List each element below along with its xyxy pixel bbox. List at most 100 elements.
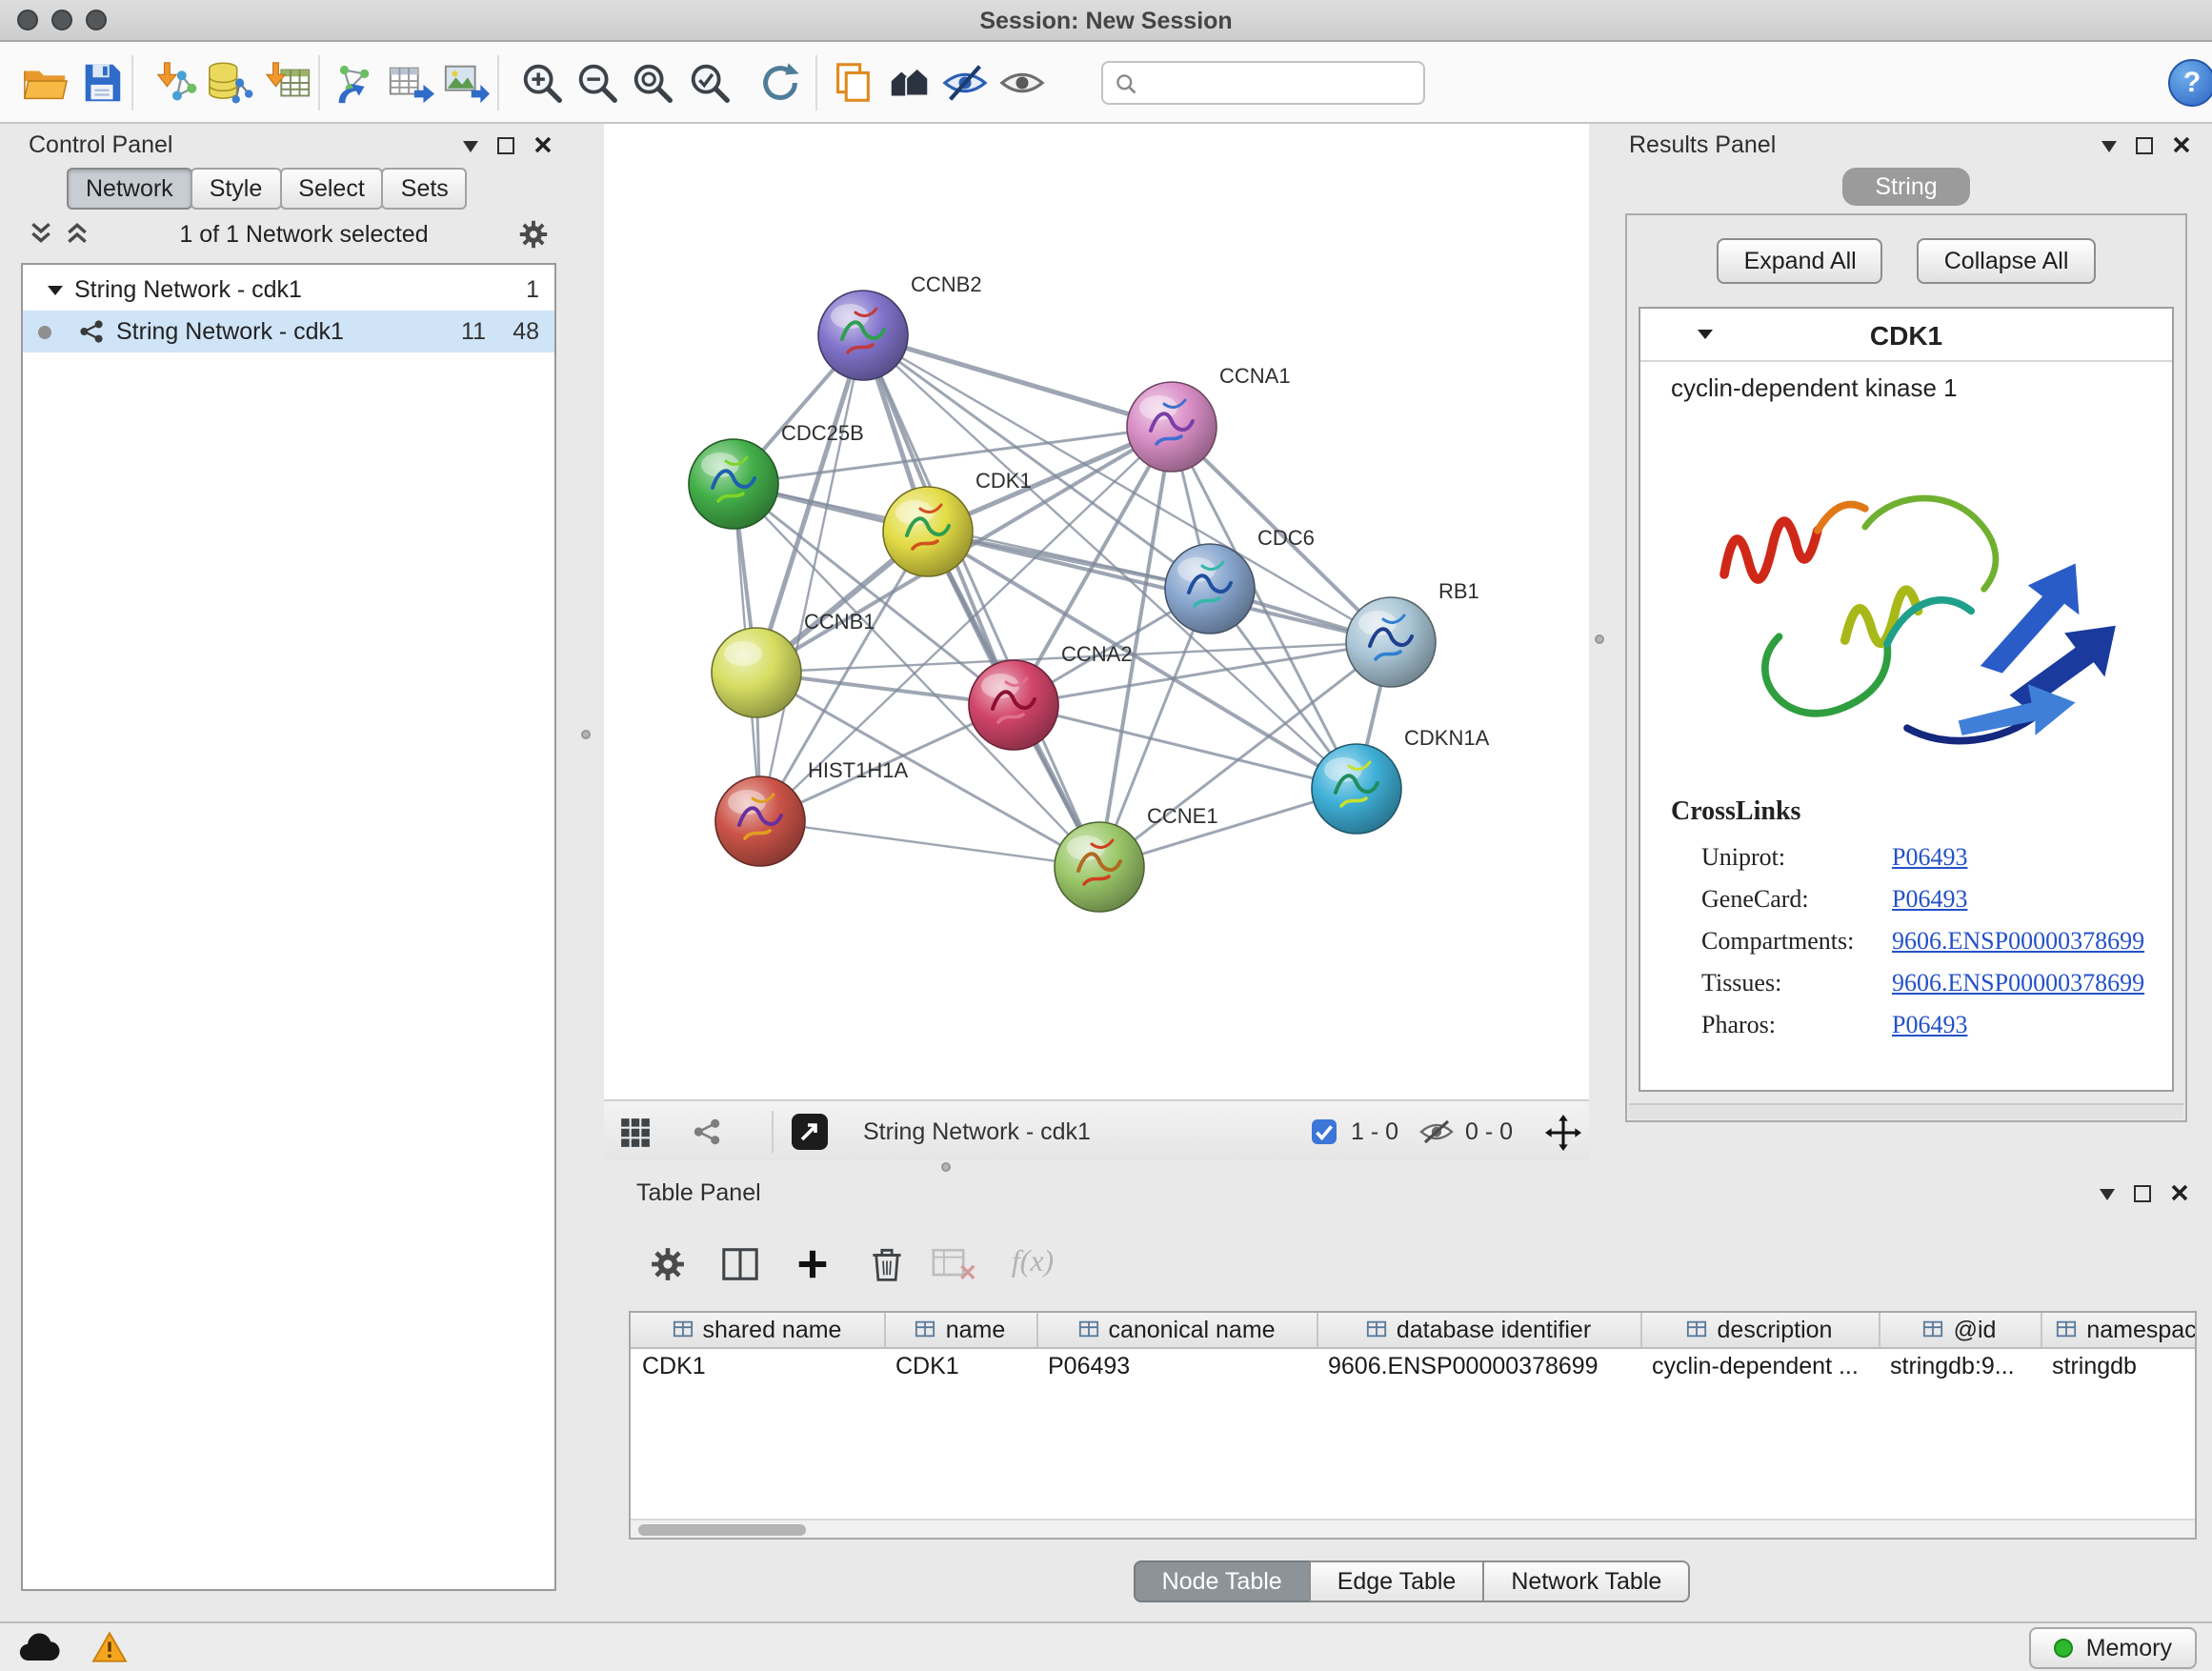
results-horizontal-scrollbar[interactable] — [1629, 1103, 2183, 1118]
edge-CCNB2-CCNE1[interactable] — [863, 335, 1099, 867]
save-session-button[interactable] — [76, 57, 126, 107]
warning-icon[interactable] — [91, 1631, 128, 1663]
expand-all-button[interactable]: Expand All — [1718, 238, 1883, 284]
pan-mode-button[interactable] — [1545, 1101, 1581, 1162]
cloud-icon[interactable] — [15, 1630, 65, 1664]
close-panel-icon[interactable] — [533, 135, 553, 154]
import-network-file-button[interactable] — [151, 57, 200, 107]
import-table-file-button[interactable] — [263, 57, 312, 107]
gear-icon[interactable] — [518, 218, 549, 249]
horizontal-splitter-handle[interactable] — [941, 1162, 951, 1172]
open-folder-icon — [20, 58, 68, 106]
protein-disclosure-icon[interactable] — [1698, 330, 1713, 347]
birdseye-view-button[interactable] — [884, 57, 934, 107]
network-row[interactable]: String Network - cdk1 11 48 — [23, 311, 554, 352]
columns-icon — [719, 1243, 759, 1283]
annotation-mode-button[interactable] — [791, 1101, 829, 1162]
vertical-splitter-handle[interactable] — [581, 730, 591, 739]
network-overview-button[interactable] — [692, 1101, 722, 1162]
string-results-tab[interactable]: String — [1842, 168, 1969, 206]
close-results-icon[interactable] — [2172, 135, 2191, 154]
edge-HIST1H1A-CCNE1[interactable] — [760, 821, 1099, 867]
memory-button[interactable]: Memory — [2029, 1626, 2197, 1668]
column-header-database-identifier[interactable]: database identifier — [1317, 1313, 1640, 1347]
column-header--id[interactable]: @id — [1879, 1313, 2041, 1347]
control-panel-tabs: Network Style Select Sets — [10, 166, 568, 210]
crosslink-pharos-link[interactable]: P06493 — [1892, 1010, 2172, 1040]
delete-column-button[interactable] — [863, 1240, 909, 1286]
collapse-all-button[interactable]: Collapse All — [1918, 238, 2096, 284]
zoom-window-button[interactable] — [86, 10, 107, 30]
tab-edge-table[interactable]: Edge Table — [1309, 1560, 1485, 1602]
show-all-button[interactable] — [996, 57, 1046, 107]
float-panel-icon[interactable] — [497, 136, 514, 153]
export-image-button[interactable] — [440, 57, 490, 107]
hidden-items-icon[interactable] — [1419, 1101, 1454, 1162]
crosslink-compartments-link[interactable]: 9606.ENSP00000378699 — [1892, 926, 2172, 956]
selected-checkbox[interactable] — [1311, 1101, 1337, 1162]
minimize-window-button[interactable] — [51, 10, 72, 30]
collection-disclosure-icon[interactable] — [48, 285, 63, 302]
column-type-icon — [1923, 1319, 1944, 1340]
main-area: Control Panel Network Style Select Sets … — [0, 124, 2212, 1621]
control-panel: Control Panel Network Style Select Sets … — [10, 124, 568, 1602]
search-input[interactable] — [1147, 70, 1412, 96]
zoom-selected-button[interactable] — [684, 57, 734, 107]
table-horizontal-scrollbar[interactable] — [631, 1519, 2195, 1538]
close-window-button[interactable] — [17, 10, 38, 30]
edge-CDK1-RB1[interactable] — [928, 532, 1391, 642]
collapse-results-icon[interactable] — [2101, 140, 2117, 159]
tab-network-table[interactable]: Network Table — [1482, 1560, 1690, 1602]
column-header-canonical-name[interactable]: canonical name — [1036, 1313, 1317, 1347]
refresh-network-button[interactable] — [754, 57, 804, 107]
node-CDKN1A[interactable]: CDKN1A — [1312, 726, 1490, 834]
import-network-database-button[interactable] — [204, 57, 253, 107]
table-settings-button[interactable] — [644, 1240, 690, 1286]
close-table-panel-icon[interactable] — [2170, 1183, 2189, 1202]
collapse-table-panel-icon[interactable] — [2100, 1188, 2115, 1207]
export-table-button[interactable] — [385, 57, 434, 107]
node-RB1[interactable]: RB1 — [1346, 579, 1479, 687]
search-box[interactable] — [1101, 61, 1425, 105]
zoom-in-button[interactable] — [516, 57, 566, 107]
node-CCNA1[interactable]: CCNA1 — [1127, 364, 1291, 472]
tab-select[interactable]: Select — [279, 168, 384, 210]
open-session-button[interactable] — [19, 57, 69, 107]
help-button[interactable]: ? — [2168, 59, 2212, 107]
float-results-icon[interactable] — [2136, 136, 2153, 153]
tab-style[interactable]: Style — [191, 168, 282, 210]
crosslink-tissues-link[interactable]: 9606.ENSP00000378699 — [1892, 968, 2172, 998]
crosslink-uniprot-link[interactable]: P06493 — [1892, 842, 2172, 873]
zoom-fit-button[interactable] — [627, 57, 676, 107]
edge-CCNB2-HIST1H1A[interactable] — [760, 335, 863, 821]
network-view-panel: CCNB2CCNA1CDC25BCDK1CDC6RB1CCNB1CCNA2CDK… — [604, 124, 1589, 1160]
clone-network-button[interactable] — [330, 57, 379, 107]
network-collection-row[interactable]: String Network - cdk1 1 — [23, 269, 554, 311]
tab-node-table[interactable]: Node Table — [1134, 1560, 1311, 1602]
collapse-all-networks-icon[interactable] — [65, 221, 90, 246]
node-HIST1H1A[interactable]: HIST1H1A — [715, 758, 908, 866]
column-header-namespac[interactable]: namespac — [2041, 1313, 2197, 1347]
collapse-panel-icon[interactable] — [463, 140, 478, 159]
create-column-button[interactable] — [789, 1240, 835, 1286]
show-columns-button[interactable] — [716, 1240, 762, 1286]
tab-network[interactable]: Network — [67, 168, 192, 210]
column-header-shared-name[interactable]: shared name — [631, 1313, 884, 1347]
grid-view-button[interactable] — [619, 1101, 652, 1162]
hide-selected-button[interactable] — [939, 57, 989, 107]
float-table-panel-icon[interactable] — [2134, 1184, 2151, 1201]
zoom-out-button[interactable] — [572, 57, 621, 107]
copy-document-icon — [828, 58, 875, 106]
tab-sets[interactable]: Sets — [382, 168, 468, 210]
crosslink-genecard-link[interactable]: P06493 — [1892, 884, 2172, 915]
network-canvas[interactable]: CCNB2CCNA1CDC25BCDK1CDC6RB1CCNB1CCNA2CDK… — [604, 124, 1589, 1099]
copy-document-button[interactable] — [827, 57, 876, 107]
crosslink-label: Compartments: — [1701, 926, 1892, 956]
edge-CCNB2-CCNA1[interactable] — [863, 335, 1172, 427]
vertical-splitter-handle[interactable] — [1595, 634, 1604, 644]
column-header-description[interactable]: description — [1640, 1313, 1879, 1347]
expand-all-networks-icon[interactable] — [29, 221, 53, 246]
scrollbar-thumb[interactable] — [638, 1524, 806, 1536]
column-header-name[interactable]: name — [884, 1313, 1036, 1347]
table-row[interactable]: CDK1CDK1P064939606.ENSP00000378699cyclin… — [631, 1347, 2197, 1385]
